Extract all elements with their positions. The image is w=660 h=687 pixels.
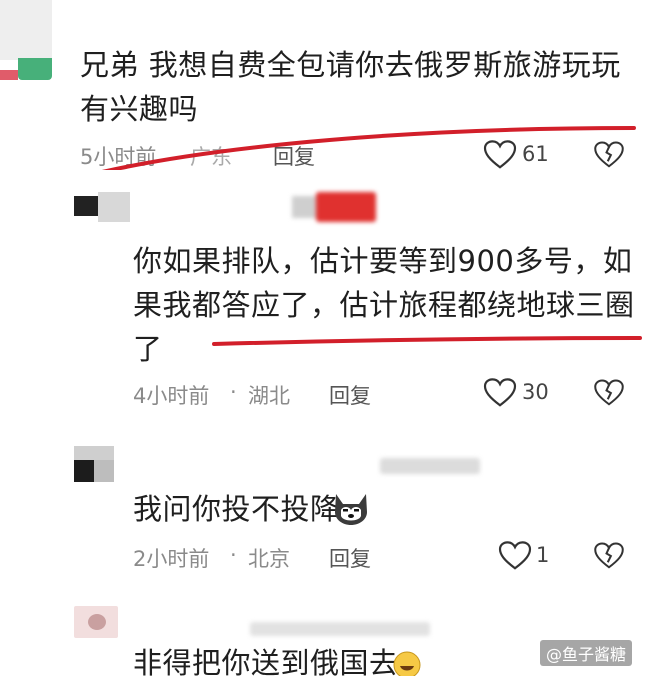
- laughing-emoji-icon: [393, 651, 421, 676]
- comment-location: 北京: [248, 547, 290, 571]
- avatar[interactable]: [74, 606, 118, 638]
- red-underline: [101, 126, 636, 170]
- watermark-text: @鱼子酱糖: [546, 645, 627, 664]
- like-count: 1: [536, 543, 550, 567]
- reply-button[interactable]: 回复: [329, 543, 371, 573]
- avatar[interactable]: [74, 446, 114, 484]
- username-blurred[interactable]: [250, 618, 430, 640]
- avatar[interactable]: [74, 192, 130, 232]
- comment-time: 4小时前: [133, 384, 210, 408]
- username-blurred[interactable]: [292, 192, 376, 222]
- comment-time: 2小时前: [133, 547, 210, 571]
- red-underline: [212, 336, 642, 346]
- comment-text-line: 果我都答应了，估计旅程都绕地球三圈: [133, 288, 635, 322]
- comment-text-line: 你如果排队，估计要等到900多号，如: [133, 244, 633, 278]
- meta-separator: ·: [230, 380, 237, 404]
- username-blurred[interactable]: [380, 454, 480, 478]
- meta-separator: ·: [230, 543, 237, 567]
- reply-button[interactable]: 回复: [329, 380, 371, 410]
- heart-icon[interactable]: [498, 541, 532, 571]
- broken-heart-icon[interactable]: [594, 379, 624, 407]
- comment-text-line: 非得把你送到俄国去: [133, 646, 399, 680]
- husky-emoji-icon: [335, 494, 367, 525]
- watermark: @鱼子酱糖: [540, 640, 633, 666]
- comment-text-line: 兄弟 我想自费全包请你去俄罗斯旅游玩玩: [80, 48, 621, 82]
- comment-text-line: 我问你投不投降: [133, 492, 340, 526]
- avatar[interactable]: [0, 0, 52, 80]
- comment-location: 湖北: [248, 384, 290, 408]
- broken-heart-icon[interactable]: [594, 542, 624, 570]
- like-count: 30: [522, 380, 549, 404]
- heart-icon[interactable]: [483, 378, 517, 408]
